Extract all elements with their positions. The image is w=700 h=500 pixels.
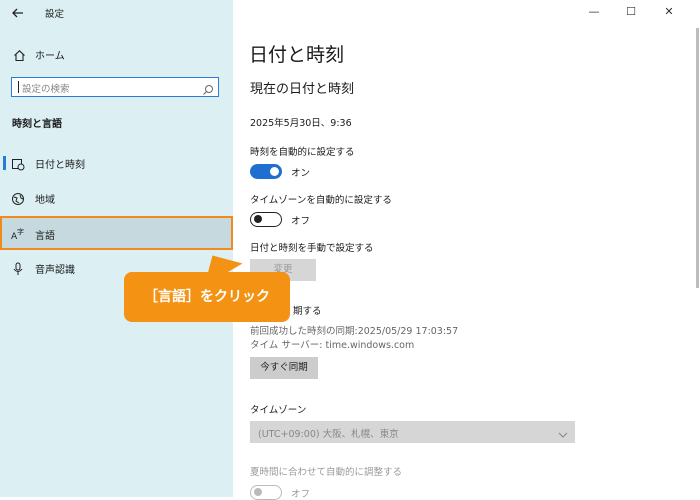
section-title: 時刻と言語 — [12, 119, 62, 130]
sync-now-button[interactable]: 今すぐ同期 — [250, 357, 318, 379]
sidebar-item-region[interactable]: 地域 — [0, 183, 233, 213]
microphone-icon — [11, 261, 25, 275]
sync-heading: 期する — [293, 306, 322, 317]
scrollbar[interactable] — [696, 28, 699, 288]
home-icon — [13, 47, 26, 62]
auto-time-state: オン — [291, 168, 311, 179]
last-sync-text: 前回成功した時刻の同期:2025/05/29 17:03:57 — [250, 326, 459, 337]
auto-timezone-toggle[interactable] — [250, 212, 282, 227]
titlebar: 設定 — [0, 0, 233, 28]
sidebar-item-label: 地域 — [35, 195, 55, 206]
search-input[interactable]: 設定の検索 — [11, 77, 219, 97]
sidebar-item-label: 音声認識 — [35, 265, 75, 276]
time-server-text: タイム サーバー: time.windows.com — [250, 340, 415, 351]
auto-time-label: 時刻を自動的に設定する — [250, 147, 355, 158]
dst-state: オフ — [291, 489, 311, 500]
sidebar-item-date-time[interactable]: 日付と時刻 — [0, 148, 233, 178]
search-placeholder: 設定の検索 — [22, 84, 70, 95]
dst-toggle[interactable] — [250, 485, 282, 500]
calendar-clock-icon — [11, 156, 25, 171]
svg-text:字: 字 — [17, 227, 24, 236]
sidebar-item-label: 言語 — [35, 231, 55, 242]
section-subtitle: 現在の日付と時刻 — [250, 82, 355, 97]
sidebar-item-label: 日付と時刻 — [35, 160, 85, 171]
auto-timezone-label: タイムゾーンを自動的に設定する — [250, 195, 392, 206]
auto-timezone-state: オフ — [291, 216, 311, 227]
maximize-icon[interactable]: ☐ — [622, 3, 640, 21]
sidebar-item-language[interactable]: A字 言語 — [0, 216, 233, 250]
callout-annotation: ［言語］をクリック — [124, 272, 290, 322]
settings-window: 設定 ホーム 設定の検索 時刻と言語 日付と時刻 地域 A 字 言語 音声認識 … — [0, 0, 700, 500]
page-title: 日付と時刻 — [249, 44, 345, 66]
window-title: 設定 — [45, 9, 65, 20]
chevron-down-icon — [557, 426, 569, 438]
text-caret — [18, 81, 19, 93]
callout-text: ［言語］をクリック — [144, 289, 270, 305]
language-icon: A字 — [11, 226, 25, 242]
timezone-label: タイムゾーン — [250, 405, 307, 416]
timezone-select[interactable]: (UTC+09:00) 大阪、札幌、東京 — [250, 421, 575, 443]
dst-label: 夏時間に合わせて自動的に調整する — [250, 467, 403, 478]
minimize-icon[interactable]: — — [585, 3, 603, 21]
auto-time-toggle[interactable] — [250, 164, 282, 179]
current-datetime: 2025年5月30日、9:36 — [250, 118, 352, 129]
sidebar-item-home[interactable]: ホーム — [0, 42, 233, 66]
back-arrow-icon[interactable] — [9, 4, 27, 22]
main-content: — ☐ ✕ 日付と時刻 現在の日付と時刻 2025年5月30日、9:36 時刻を… — [233, 0, 700, 500]
globe-region-icon — [11, 191, 25, 205]
sidebar-item-label: ホーム — [35, 51, 65, 62]
manual-datetime-label: 日付と時刻を手動で設定する — [250, 243, 374, 254]
window-controls: — ☐ ✕ — [580, 0, 700, 26]
search-icon[interactable] — [202, 81, 214, 95]
sidebar: 設定 ホーム 設定の検索 時刻と言語 日付と時刻 地域 A 字 言語 音声認識 — [0, 0, 233, 497]
close-icon[interactable]: ✕ — [660, 3, 678, 21]
timezone-value: (UTC+09:00) 大阪、札幌、東京 — [258, 429, 399, 440]
